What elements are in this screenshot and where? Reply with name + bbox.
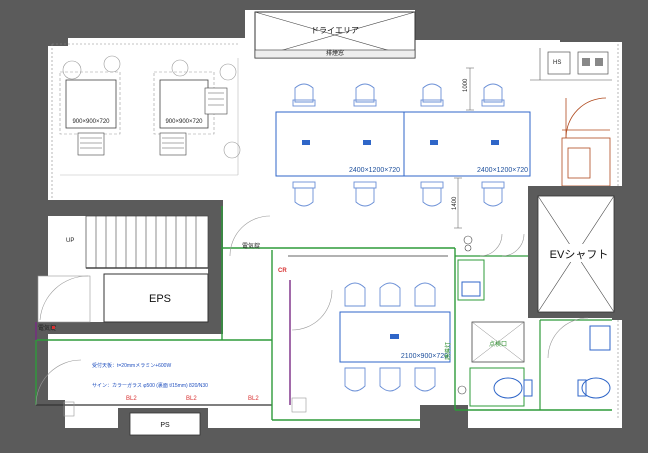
dim-1000: 1000 xyxy=(463,78,469,92)
dim-1400: 1400 xyxy=(452,196,458,210)
ev-shaft-label: EVシャフト xyxy=(550,249,609,261)
table-left-dim: 900×900×720 xyxy=(72,119,110,125)
bl-label-3: BL2 xyxy=(248,396,259,402)
bl-label-1: BL2 xyxy=(126,396,137,402)
eps-label: EPS xyxy=(149,293,171,305)
ps-label: PS xyxy=(160,422,170,429)
switchboard-top-label: 電気錠 xyxy=(242,242,260,250)
marker-red xyxy=(52,326,55,329)
up-label: UP xyxy=(66,238,74,244)
desk-b-dim: 2400×1200×720 xyxy=(477,167,528,174)
meeting-table-dim: 2100×900×720 xyxy=(401,353,448,360)
dry-area-label: ドライエリア xyxy=(311,26,359,35)
table-right-dim: 900×900×720 xyxy=(165,119,203,125)
cr-label: CR xyxy=(278,268,287,274)
vent-label: 排煙窓 xyxy=(326,49,344,57)
note-sign: サイン：カラーガラス φ500 (裏面 t/15mm) 820/N30 xyxy=(92,382,208,389)
hs-label: HS xyxy=(553,60,561,66)
inspection-label: 点検口 xyxy=(489,340,507,348)
desk-a-dim: 2400×1200×720 xyxy=(349,167,400,174)
floor-plan: ドライエリア 排煙窓 900×900×720 900×900×720 2400×… xyxy=(0,0,648,453)
exit-sign-label: 誘導灯 xyxy=(444,342,452,360)
eps-room xyxy=(37,273,209,323)
note-reception-top: 受付天板：t=20mmメラミン+600W xyxy=(92,362,171,369)
bl-label-2: BL2 xyxy=(186,396,197,402)
